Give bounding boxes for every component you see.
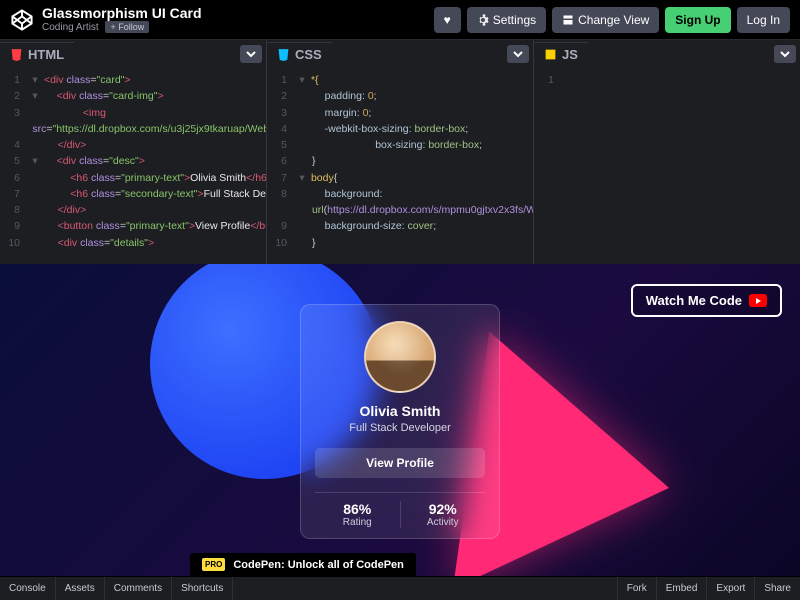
js-code-area[interactable]: 1 xyxy=(534,68,800,264)
change-view-button[interactable]: Change View xyxy=(552,7,659,33)
stat-activity: 92% Activity xyxy=(401,501,486,528)
pen-author[interactable]: Coding Artist xyxy=(42,22,99,33)
share-button[interactable]: Share xyxy=(754,577,800,600)
heart-icon: ♥ xyxy=(444,13,451,27)
app-header: Glassmorphism UI Card Coding Artist + Fo… xyxy=(0,0,800,40)
html-code-area[interactable]: 1 ▾ <div class="card"> 2 ▾ <div class="c… xyxy=(0,68,266,264)
layout-icon xyxy=(562,14,574,26)
comments-button[interactable]: Comments xyxy=(105,577,172,600)
css-code-area[interactable]: 1 ▾ *{ 2 padding: 0; 3 margin: 0; 4 -web… xyxy=(267,68,533,264)
export-button[interactable]: Export xyxy=(706,577,754,600)
assets-button[interactable]: Assets xyxy=(56,577,105,600)
chevron-down-icon xyxy=(513,49,523,59)
editors-row: HTML 1 ▾ <div class="card"> 2 ▾ <div cla… xyxy=(0,40,800,264)
youtube-icon xyxy=(749,294,767,307)
chevron-down-icon xyxy=(780,49,790,59)
html-editor-header: HTML xyxy=(0,40,266,68)
pen-author-row: Coding Artist + Follow xyxy=(42,21,202,33)
html-options-button[interactable] xyxy=(240,45,262,63)
pro-badge: PRO xyxy=(202,558,225,571)
css-tab[interactable]: CSS xyxy=(267,42,332,66)
fork-button[interactable]: Fork xyxy=(617,577,656,600)
promo-text: CodePen: Unlock all of CodePen xyxy=(233,559,404,571)
js-tab[interactable]: JS xyxy=(534,42,588,66)
console-button[interactable]: Console xyxy=(0,577,56,600)
js-editor-header: JS xyxy=(534,40,800,68)
pen-title: Glassmorphism UI Card xyxy=(42,6,202,21)
footer-bar: Console Assets Comments Shortcuts Fork E… xyxy=(0,576,800,600)
chevron-down-icon xyxy=(246,49,256,59)
signup-button[interactable]: Sign Up xyxy=(665,7,730,33)
pro-promo-banner[interactable]: PRO CodePen: Unlock all of CodePen xyxy=(190,553,416,576)
gear-icon xyxy=(477,14,489,26)
css-editor-header: CSS xyxy=(267,40,533,68)
heart-button[interactable]: ♥ xyxy=(434,7,461,33)
card-role: Full Stack Developer xyxy=(315,422,485,434)
codepen-logo-icon xyxy=(10,8,34,32)
shortcuts-button[interactable]: Shortcuts xyxy=(172,577,233,600)
watch-me-code-button[interactable]: Watch Me Code xyxy=(631,284,782,317)
css-icon xyxy=(277,48,290,61)
stat-rating: 86% Rating xyxy=(315,501,401,528)
embed-button[interactable]: Embed xyxy=(656,577,707,600)
js-options-button[interactable] xyxy=(774,45,796,63)
preview-pane: Watch Me Code Olivia Smith Full Stack De… xyxy=(0,264,800,584)
avatar xyxy=(364,321,436,393)
pen-title-block: Glassmorphism UI Card Coding Artist + Fo… xyxy=(42,6,202,33)
card-stats: 86% Rating 92% Activity xyxy=(315,492,485,528)
html-tab[interactable]: HTML xyxy=(0,42,74,66)
card-name: Olivia Smith xyxy=(315,403,485,419)
follow-button[interactable]: + Follow xyxy=(105,21,149,33)
login-button[interactable]: Log In xyxy=(737,7,790,33)
css-editor: CSS 1 ▾ *{ 2 padding: 0; 3 margin: 0; 4 … xyxy=(267,40,534,264)
settings-button[interactable]: Settings xyxy=(467,7,546,33)
view-profile-button[interactable]: View Profile xyxy=(315,448,485,478)
html-editor: HTML 1 ▾ <div class="card"> 2 ▾ <div cla… xyxy=(0,40,267,264)
css-options-button[interactable] xyxy=(507,45,529,63)
glass-card: Olivia Smith Full Stack Developer View P… xyxy=(300,304,500,539)
js-editor: JS 1 xyxy=(534,40,800,264)
html-icon xyxy=(10,48,23,61)
js-icon xyxy=(544,48,557,61)
